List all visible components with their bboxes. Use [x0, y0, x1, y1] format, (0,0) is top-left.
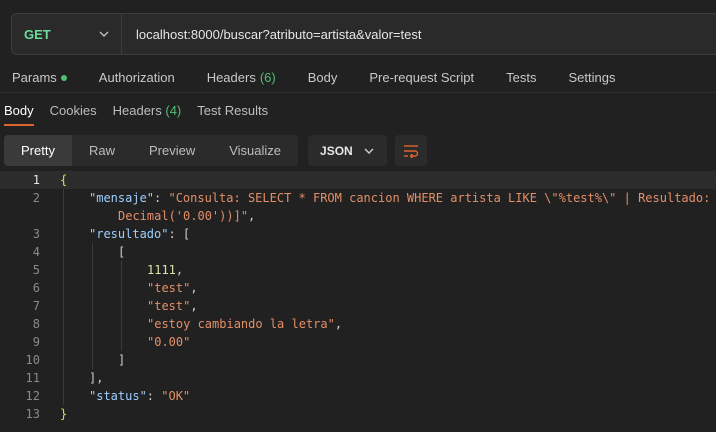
view-raw-button[interactable]: Raw — [72, 135, 132, 166]
code-line-content: "status": "OK" — [89, 387, 190, 405]
code-token: : [ — [168, 227, 191, 241]
code-token: "0.00" — [147, 335, 191, 349]
response-headers-count: (4) — [165, 103, 182, 118]
response-tab-test-results[interactable]: Test Results — [197, 96, 268, 126]
code-token: , — [190, 299, 198, 313]
view-mode-group: Pretty Raw Preview Visualize — [4, 135, 299, 166]
code-token: ] — [118, 353, 126, 367]
code-token: { — [60, 173, 68, 187]
code-token: , — [175, 263, 184, 277]
code-token: : — [146, 389, 162, 403]
response-tab-body[interactable]: Body — [4, 96, 34, 126]
code-line-content: "0.00" — [147, 333, 190, 351]
code-line-content: [ — [118, 243, 125, 261]
code-token: "test" — [147, 299, 191, 313]
tab-settings[interactable]: Settings — [568, 70, 615, 85]
code-token: } — [60, 407, 68, 421]
url-bar: GET localhost:8000/buscar?atributo=artis… — [11, 13, 716, 55]
view-preview-button[interactable]: Preview — [132, 135, 212, 166]
line-number: 13 — [25, 407, 40, 421]
code-line-content: ] — [118, 351, 125, 369]
code-line: 5 1111, — [0, 261, 716, 279]
code-line: 9 "0.00" — [0, 333, 716, 351]
tab-params[interactable]: Params — [12, 70, 67, 85]
code-line: 4[ — [0, 243, 716, 261]
code-token: 1111 — [147, 263, 176, 277]
line-number: 8 — [32, 317, 40, 331]
tab-pre-request-script[interactable]: Pre-request Script — [369, 70, 474, 85]
line-number: 7 — [32, 299, 40, 313]
code-token: "OK" — [161, 389, 191, 403]
line-number: 6 — [32, 281, 40, 295]
code-token: Decimal('0.00'))]" — [118, 209, 249, 223]
code-line: 3 "resultado": [ — [0, 225, 716, 243]
request-tabs: Params Authorization Headers (6) Body Pr… — [0, 63, 716, 93]
view-pretty-button[interactable]: Pretty — [4, 135, 72, 166]
url-input[interactable]: localhost:8000/buscar?atributo=artista&v… — [122, 27, 421, 42]
line-number: 2 — [32, 191, 40, 205]
code-token: ], — [89, 371, 104, 385]
code-token: "estoy cambiando la letra" — [147, 317, 335, 331]
code-token: , — [334, 317, 343, 331]
chevron-down-icon — [99, 31, 109, 37]
line-number: 9 — [32, 335, 40, 349]
code-line-content: 1111, — [147, 261, 183, 279]
code-token: [ — [118, 245, 126, 259]
code-token: "mensaje" — [89, 191, 155, 205]
code-line: 11], — [0, 369, 716, 387]
code-line: 8 "estoy cambiando la letra", — [0, 315, 716, 333]
line-number: 10 — [25, 353, 40, 367]
view-toolbar: Pretty Raw Preview Visualize JSON — [4, 135, 427, 166]
code-line: 7 "test", — [0, 297, 716, 315]
code-token: "status" — [89, 389, 147, 403]
code-token: , — [190, 281, 198, 295]
code-token: "Consulta: SELECT * FROM cancion WHERE a… — [168, 191, 711, 205]
wrap-lines-icon — [403, 144, 418, 158]
line-number: 3 — [32, 227, 40, 241]
code-line-content: ], — [89, 369, 103, 387]
line-number: 1 — [32, 173, 40, 187]
format-label: JSON — [320, 143, 353, 158]
wrap-lines-button[interactable] — [394, 135, 427, 166]
format-select[interactable]: JSON — [308, 135, 387, 166]
view-visualize-button[interactable]: Visualize — [212, 135, 298, 166]
code-line: 12 "status": "OK" — [0, 387, 716, 405]
code-token: "resultado" — [89, 227, 169, 241]
code-line-content: "resultado": [ — [89, 225, 190, 243]
code-line-content: "test", — [147, 297, 198, 315]
code-line-content: "estoy cambiando la letra", — [147, 315, 342, 333]
method-label: GET — [24, 26, 51, 42]
line-number: 4 — [32, 245, 40, 259]
code-token: , — [248, 209, 256, 223]
tab-headers[interactable]: Headers (6) — [207, 70, 276, 85]
code-line: 10] — [0, 351, 716, 369]
code-line: Decimal('0.00'))]", — [0, 207, 716, 225]
code-line: 2 "mensaje": "Consulta: SELECT * FROM can… — [0, 189, 716, 207]
line-number: 11 — [25, 371, 40, 385]
line-number: 12 — [25, 389, 40, 403]
tab-body[interactable]: Body — [308, 70, 338, 85]
code-token: "test" — [147, 281, 191, 295]
response-body-code[interactable]: 1{2 "mensaje": "Consulta: SELECT * FROM c… — [0, 171, 716, 423]
response-tabs: Body Cookies Headers (4) Test Results — [0, 96, 716, 126]
chevron-down-icon — [364, 148, 374, 154]
code-line: 1{ — [0, 171, 716, 189]
response-tab-headers[interactable]: Headers (4) — [113, 96, 182, 126]
code-line-content: "mensaje": "Consulta: SELECT * FROM canc… — [89, 189, 710, 207]
line-number: 5 — [32, 263, 40, 277]
code-line-content: { — [60, 171, 67, 189]
code-line: 13} — [0, 405, 716, 423]
headers-count: (6) — [259, 70, 276, 85]
code-line-content: Decimal('0.00'))]", — [118, 207, 255, 225]
code-token: : — [154, 191, 169, 205]
code-line-content: "test", — [147, 279, 198, 297]
tab-tests[interactable]: Tests — [506, 70, 536, 85]
params-dot-icon — [60, 74, 67, 81]
response-tab-cookies[interactable]: Cookies — [50, 96, 97, 126]
code-line: 6 "test", — [0, 279, 716, 297]
tab-authorization[interactable]: Authorization — [99, 70, 175, 85]
method-select[interactable]: GET — [12, 14, 122, 54]
code-line-content: } — [60, 405, 67, 423]
